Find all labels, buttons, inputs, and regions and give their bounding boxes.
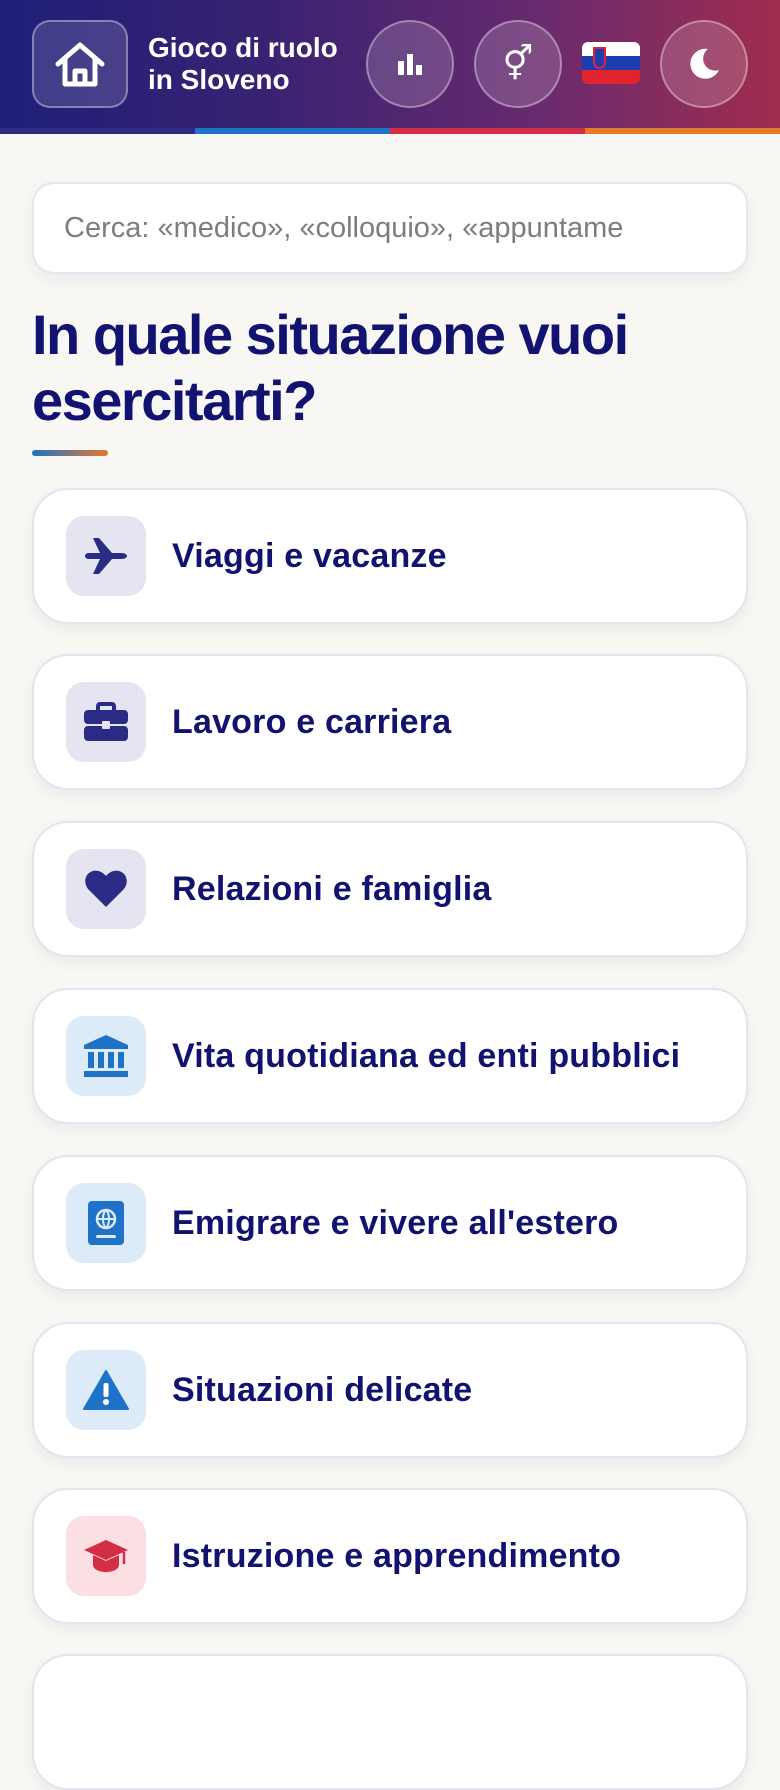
app-header: Gioco di ruolo in Sloveno ⚥ bbox=[0, 0, 780, 134]
theme-toggle-button[interactable] bbox=[660, 20, 748, 108]
title-underline bbox=[32, 450, 108, 456]
category-card-education[interactable]: Istruzione e apprendimento bbox=[32, 1488, 748, 1624]
category-label: Situazioni delicate bbox=[172, 1370, 473, 1409]
gender-symbol-icon: ⚥ bbox=[502, 45, 534, 83]
category-icon-box bbox=[66, 1350, 146, 1430]
category-icon-box bbox=[66, 849, 146, 929]
warning-icon bbox=[83, 1370, 129, 1410]
category-card-relationships[interactable]: Relazioni e famiglia bbox=[32, 821, 748, 957]
category-icon-box bbox=[66, 682, 146, 762]
bar-chart-icon bbox=[398, 54, 422, 75]
heart-icon bbox=[85, 870, 127, 907]
category-label: Viaggi e vacanze bbox=[172, 536, 447, 575]
category-label: Emigrare e vivere all'estero bbox=[172, 1203, 619, 1242]
header-color-stripe bbox=[0, 128, 780, 134]
category-icon-box bbox=[66, 516, 146, 596]
moon-icon bbox=[690, 48, 719, 79]
category-card-travel[interactable]: Viaggi e vacanze bbox=[32, 488, 748, 624]
gender-button[interactable]: ⚥ bbox=[474, 20, 562, 108]
page-title: In quale situazione vuoi esercitarti? bbox=[32, 303, 629, 432]
category-label: Vita quotidiana ed enti pubblici bbox=[172, 1036, 681, 1075]
category-card-delicate-situations[interactable]: Situazioni delicate bbox=[32, 1322, 748, 1458]
stats-button[interactable] bbox=[366, 20, 454, 108]
search-input[interactable] bbox=[32, 182, 748, 274]
airplane-icon bbox=[85, 538, 127, 574]
category-label: Relazioni e famiglia bbox=[172, 869, 492, 908]
category-card-daily-life[interactable]: Vita quotidiana ed enti pubblici bbox=[32, 988, 748, 1124]
category-icon-box bbox=[66, 1016, 146, 1096]
category-card-partial[interactable] bbox=[32, 1654, 748, 1790]
home-button[interactable] bbox=[32, 20, 128, 108]
passport-icon bbox=[88, 1201, 124, 1245]
briefcase-icon bbox=[84, 702, 128, 741]
category-label: Lavoro e carriera bbox=[172, 702, 452, 741]
home-icon bbox=[55, 42, 105, 87]
slovenia-flag-crest-icon bbox=[593, 47, 606, 69]
graduation-cap-icon bbox=[84, 1540, 128, 1572]
category-card-emigration[interactable]: Emigrare e vivere all'estero bbox=[32, 1155, 748, 1291]
app-title: Gioco di ruolo in Sloveno bbox=[148, 32, 338, 95]
category-card-work[interactable]: Lavoro e carriera bbox=[32, 654, 748, 790]
bank-building-icon bbox=[84, 1035, 128, 1077]
language-flag-button[interactable] bbox=[582, 42, 640, 84]
category-icon-box bbox=[66, 1516, 146, 1596]
category-icon-box bbox=[66, 1183, 146, 1263]
category-label: Istruzione e apprendimento bbox=[172, 1536, 622, 1575]
